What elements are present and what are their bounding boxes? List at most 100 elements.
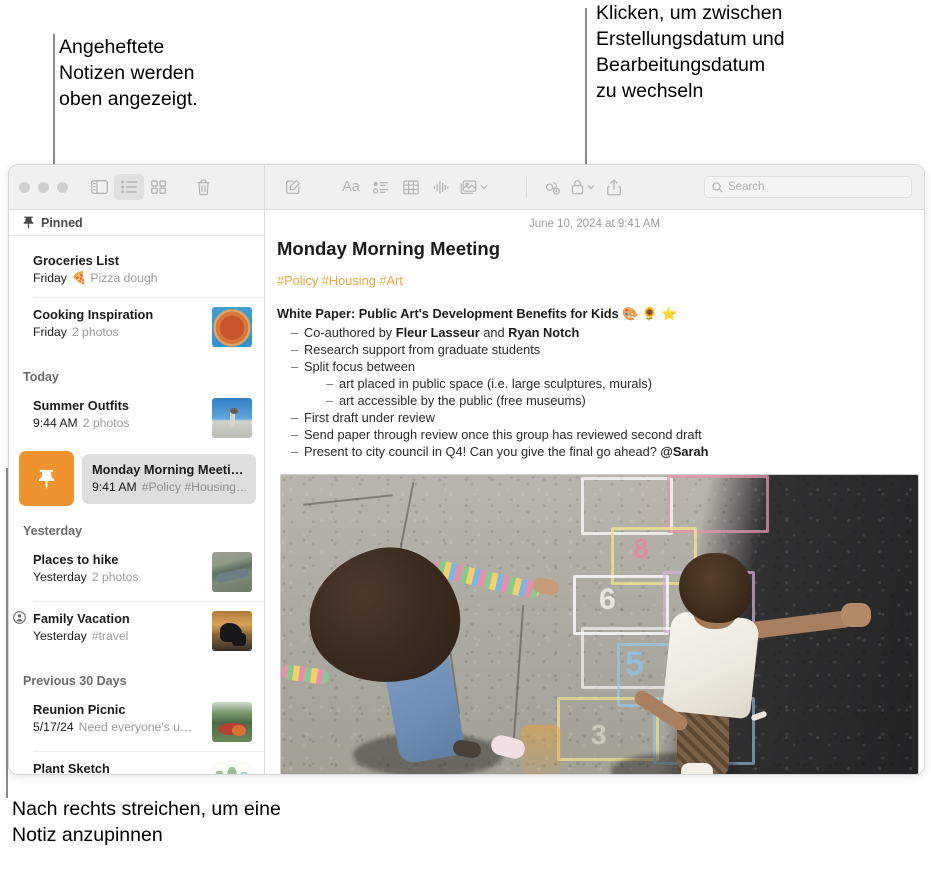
notes-list-sidebar[interactable]: Pinned Groceries List Friday 🍕 Pizza doug… [9,210,265,774]
child-right-hair [679,553,751,623]
note-sub-list: art placed in public space (i.e. large s… [304,375,906,409]
chalk-square [667,475,769,533]
note-photo[interactable]: 8 6 5 3 [280,474,919,774]
li-bold-2: Ryan Notch [508,325,580,340]
list-item-selected[interactable]: Monday Morning Meeting 9:41 AM #Policy #H… [82,453,256,504]
maximize-button[interactable] [57,181,68,193]
note-tags[interactable]: #Policy #Housing #Art [277,273,906,288]
note-meta: Yesterday 2 photos [33,569,204,586]
note-heading: Monday Morning Meeting [277,238,501,259]
chevron-down-icon [587,184,595,190]
note-editor[interactable]: June 10, 2024 at 9:41 AM Monday Morning … [265,210,924,774]
list-item: Split focus between art placed in public… [291,358,906,409]
delete-note-icon[interactable] [188,174,218,200]
list-item: Co-authored by Fleur Lasseur and Ryan No… [291,324,906,341]
note-thumbnail [212,307,252,347]
note-meta: Friday 🍕 Pizza dough [33,270,244,287]
li-text: First draft under review [304,410,435,425]
note-snippet: #Policy #Housing… [141,479,246,494]
chalk-number-8: 8 [633,533,649,564]
note-meta: 9:41 AM #Policy #Housing… [92,479,246,496]
note-thumbnail [212,398,252,438]
note-body[interactable]: Monday Morning Meeting #Policy #Housing … [265,232,924,774]
pinned-label: Pinned [41,215,83,230]
note-date: 9:41 AM [92,479,137,494]
leader-line-pinned [53,34,55,166]
list-item[interactable]: Plant Sketch [33,752,264,774]
format-text-icon[interactable]: Aa [336,174,366,200]
annotation-swipe-to-pin: Nach rechts streichen, um eine Notiz anz… [12,798,281,846]
pin-icon [38,469,55,489]
annotation-date-toggle: Klicken, um zwischen Erstellungsdatum un… [596,2,785,102]
search-input[interactable]: Search [704,176,912,198]
note-title: Cooking Inspiration [33,307,154,322]
toolbar-left-group [9,165,264,209]
note-title: Groceries List [33,253,120,268]
checklist-icon[interactable] [366,174,396,200]
li-text: Send paper through review once this grou… [304,427,702,442]
chevron-down-icon [480,184,488,190]
li-text: Present to city council in Q4! Can you g… [304,444,661,459]
chalk-number-5: 5 [625,645,644,683]
note-snippet: Need everyone's u… [78,720,193,734]
list-item[interactable]: Cooking Inspiration Friday 2 photos [33,298,264,356]
share-icon[interactable] [599,174,629,200]
note-title: Places to hike [33,552,119,567]
child-right-shoe [681,763,713,774]
notes-app-window: Aa Search Pinned Groceries List Friday 🍕… [8,164,925,775]
list-item[interactable]: Reunion Picnic 5/17/24 Need everyone's u… [33,693,264,752]
note-date: 5/17/24 [33,720,74,734]
window-traffic-lights [19,181,68,193]
note-bullet-list: Co-authored by Fleur Lasseur and Ryan No… [277,324,906,460]
li-middle: and [479,325,509,340]
list-item: art placed in public space (i.e. large s… [326,375,906,392]
note-date-toggle[interactable]: June 10, 2024 at 9:41 AM [265,210,924,232]
child-right-hand [841,603,871,627]
note-snippet: 2 photos [91,570,139,584]
selected-note-with-pin-action: Monday Morning Meeting 9:41 AM #Policy #H… [9,451,264,506]
list-item[interactable]: Places to hike Yesterday 2 photos [33,543,264,602]
compose-note-icon[interactable] [278,174,308,200]
note-snippet: 🍕 Pizza dough [71,271,158,285]
note-thumbnail [212,761,252,774]
note-snippet: 2 photos [71,325,119,339]
toolbar-divider [264,165,265,209]
note-lede: White Paper: Public Art's Development Be… [277,306,678,321]
close-button[interactable] [19,181,30,193]
gallery-view-icon[interactable] [144,174,174,200]
sidebar-toggle-icon[interactable] [84,174,114,200]
li-mention: @Sarah [660,444,709,459]
li-text: art accessible by the public (free museu… [339,393,586,408]
list-item: art accessible by the public (free museu… [326,392,906,409]
list-item[interactable]: Groceries List Friday 🍕 Pizza dough [33,244,264,298]
note-title: Summer Outfits [33,398,129,413]
table-icon[interactable] [396,174,426,200]
list-view-icon[interactable] [114,174,144,200]
li-text: Research support from graduate students [304,342,541,357]
lock-note-icon[interactable] [567,174,599,200]
note-title: Monday Morning Meeting [92,461,246,477]
note-title: Reunion Picnic [33,702,126,717]
search-placeholder: Search [728,181,765,193]
note-date: Friday [33,325,67,339]
minimize-button[interactable] [38,181,49,193]
li-bold-1: Fleur Lasseur [395,325,480,340]
annotation-pinned-notes-top: Angeheftete Notizen werden oben angezeig… [59,36,198,110]
note-thumbnail [212,552,252,592]
media-icon[interactable] [456,174,492,200]
pin-note-action-button[interactable] [19,451,74,506]
list-item[interactable]: Summer Outfits 9:44 AM 2 photos [33,389,264,447]
note-meta: 9:44 AM 2 photos [33,415,204,432]
chalk-number-6: 6 [599,583,616,616]
note-meta: Friday 2 photos [33,324,204,341]
note-snippet: #travel [91,629,129,643]
audio-icon[interactable] [426,174,456,200]
list-item[interactable]: Family Vacation Yesterday #travel [13,602,264,660]
toolbar-right-group: Aa Search [264,165,924,209]
note-thumbnail [212,611,252,651]
note-date: Yesterday [33,629,87,643]
collaborate-icon[interactable] [537,174,567,200]
li-text: Split focus between [304,359,415,374]
section-heading-previous-30-days: Previous 30 Days [23,674,127,688]
list-item: Present to city council in Q4! Can you g… [291,443,906,460]
